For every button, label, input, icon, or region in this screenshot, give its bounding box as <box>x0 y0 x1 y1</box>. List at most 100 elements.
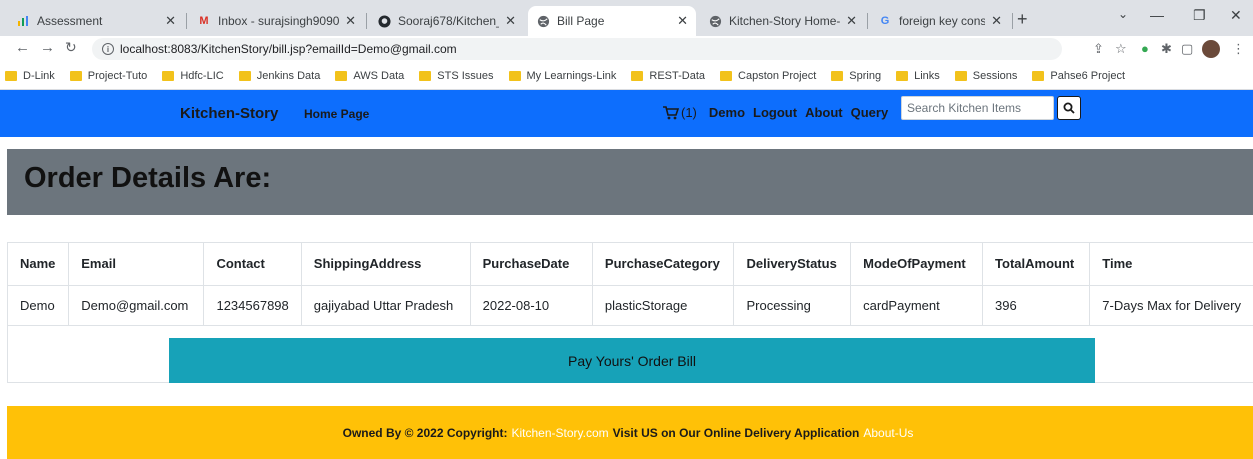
tab-title: Inbox - surajsingh9090@gm <box>218 14 340 28</box>
column-header: PurchaseDate <box>470 243 593 286</box>
column-header: PurchaseCategory <box>592 243 735 286</box>
bookmark-folder[interactable]: AWS Data <box>335 70 404 82</box>
back-arrow-icon[interactable]: ← <box>15 39 30 56</box>
close-icon[interactable]: ✕ <box>846 13 857 29</box>
extension-icon[interactable]: ● <box>1141 41 1149 56</box>
bookmarks-bar: D-Link Project-Tuto Hdfc-LIC Jenkins Dat… <box>0 62 1253 90</box>
table-cell: cardPayment <box>850 285 984 326</box>
footer-site-link[interactable]: Kitchen-Story.com <box>511 426 608 440</box>
bookmark-folder[interactable]: STS Issues <box>419 70 494 82</box>
bookmark-label: Sessions <box>972 69 1018 82</box>
bookmark-folder[interactable]: Spring <box>831 70 881 82</box>
bookmark-folder[interactable]: REST-Data <box>631 70 705 82</box>
puzzle-extensions-icon[interactable]: ✱ <box>1161 41 1172 57</box>
close-icon[interactable]: ✕ <box>505 13 516 29</box>
bookmark-folder[interactable]: Sessions <box>954 69 1018 82</box>
home-page-link[interactable]: Home Page <box>304 107 369 121</box>
share-icon[interactable]: ⇪ <box>1093 41 1104 57</box>
column-header: Email <box>68 243 205 286</box>
tab-assessment[interactable]: Assessment ✕ <box>8 6 184 36</box>
tab-title: foreign key constraint in sq <box>899 14 986 28</box>
globe-icon <box>536 14 550 28</box>
table-cell: Processing <box>733 285 852 326</box>
close-icon[interactable]: ✕ <box>345 13 356 29</box>
folder-icon <box>238 70 251 81</box>
site-info-icon[interactable]: i <box>102 43 114 55</box>
folder-icon <box>720 70 733 81</box>
bookmark-folder[interactable]: Capston Project <box>720 70 816 82</box>
query-link[interactable]: Query <box>851 105 889 120</box>
about-link[interactable]: About <box>805 105 843 120</box>
footer-visit-text: Visit US on Our Online Delivery Applicat… <box>612 425 860 440</box>
tab-github[interactable]: Sooraj678/Kitchen_Story: Pl ✕ <box>369 6 524 36</box>
forward-arrow-icon[interactable]: → <box>40 39 55 56</box>
folder-icon <box>162 70 175 81</box>
table-cell: plasticStorage <box>592 285 735 326</box>
bookmark-folder[interactable]: D-Link <box>5 70 55 82</box>
tab-search-chevron-icon[interactable]: ⌄ <box>1118 7 1128 21</box>
cart-count: (1) <box>681 105 697 120</box>
folder-icon <box>954 70 967 81</box>
tab-gmail[interactable]: M Inbox - surajsingh9090@gm ✕ <box>189 6 364 36</box>
address-bar[interactable]: i localhost:8083/KitchenStory/bill.jsp?e… <box>92 38 1062 60</box>
table-cell: gajiyabad Uttar Pradesh <box>301 285 471 326</box>
order-table-container: Name Email Contact ShippingAddress Purch… <box>7 242 1253 383</box>
tab-bill-page[interactable]: Bill Page ✕ <box>528 6 696 36</box>
search-input[interactable] <box>901 96 1054 120</box>
site-navbar: Kitchen-Story Home Page (1) Demo Logout … <box>0 90 1253 137</box>
tab-separator <box>366 13 367 29</box>
folder-icon <box>631 70 644 81</box>
table-cell: 2022-08-10 <box>470 285 593 326</box>
table-cell: Demo@gmail.com <box>68 285 205 326</box>
bookmark-folder[interactable]: Project-Tuto <box>69 70 147 82</box>
minimize-icon[interactable]: — <box>1150 7 1164 23</box>
tab-title: Kitchen-Story Home-Page <box>729 14 841 28</box>
cart-icon <box>663 105 679 119</box>
search-button[interactable] <box>1057 96 1081 120</box>
profile-avatar[interactable] <box>1202 40 1220 58</box>
page-title: Order Details Are: <box>24 162 272 194</box>
bookmark-folder[interactable]: My Learnings-Link <box>508 70 616 82</box>
user-name-link[interactable]: Demo <box>709 105 745 120</box>
globe-icon <box>708 14 722 28</box>
reload-icon[interactable]: ↻ <box>65 39 77 56</box>
side-panel-icon[interactable]: ▢ <box>1181 41 1193 57</box>
close-icon[interactable]: ✕ <box>991 13 1002 29</box>
restore-icon[interactable]: ❐ <box>1193 7 1206 24</box>
column-header: ShippingAddress <box>301 243 471 286</box>
tab-google-search[interactable]: G foreign key constraint in sq ✕ <box>870 6 1010 36</box>
menu-dots-icon[interactable]: ⋮ <box>1232 41 1245 57</box>
tab-title: Assessment <box>37 14 103 28</box>
bookmark-folder[interactable]: Links <box>896 70 940 82</box>
bookmark-folder[interactable]: Jenkins Data <box>238 70 320 82</box>
bookmark-star-icon[interactable]: ☆ <box>1115 41 1127 57</box>
brand-link[interactable]: Kitchen-Story <box>180 105 278 122</box>
cart-link[interactable]: (1) <box>663 105 697 120</box>
bookmark-label: Pahse6 Project <box>1050 69 1126 82</box>
folder-icon <box>335 70 348 81</box>
table-cell: 1234567898 <box>203 285 302 326</box>
table-cell: 7-Days Max for Delivery <box>1089 285 1253 326</box>
folder-icon <box>896 70 909 81</box>
close-icon[interactable]: ✕ <box>677 13 688 29</box>
bookmark-label: AWS Data <box>353 69 405 82</box>
bookmark-folder[interactable]: Hdfc-LIC <box>162 69 224 82</box>
navbar-right-links: (1) Demo Logout About Query <box>663 105 896 120</box>
pay-order-bill-button[interactable]: Pay Yours' Order Bill <box>169 338 1095 383</box>
column-header: TotalAmount <box>982 243 1091 286</box>
bookmark-label: D-Link <box>23 69 55 82</box>
bookmark-label: Hdfc-LIC <box>180 69 224 82</box>
browser-toolbar: ← → ↻ i localhost:8083/KitchenStory/bill… <box>0 36 1253 62</box>
tab-title: Bill Page <box>557 14 605 28</box>
bookmark-folder[interactable]: Pahse6 Project <box>1032 70 1125 82</box>
new-tab-icon[interactable]: + <box>1017 9 1028 30</box>
browser-tab-strip: Assessment ✕ M Inbox - surajsingh9090@gm… <box>0 0 1253 36</box>
folder-icon <box>1032 70 1045 81</box>
window-close-icon[interactable]: ✕ <box>1230 7 1242 24</box>
footer-about-link[interactable]: About-Us <box>863 426 913 440</box>
bookmark-label: Capston Project <box>738 69 817 82</box>
url-text: localhost:8083/KitchenStory/bill.jsp?ema… <box>120 42 457 56</box>
tab-kitchen-story-home[interactable]: Kitchen-Story Home-Page ✕ <box>700 6 865 36</box>
close-icon[interactable]: ✕ <box>165 13 176 29</box>
logout-link[interactable]: Logout <box>753 105 797 120</box>
